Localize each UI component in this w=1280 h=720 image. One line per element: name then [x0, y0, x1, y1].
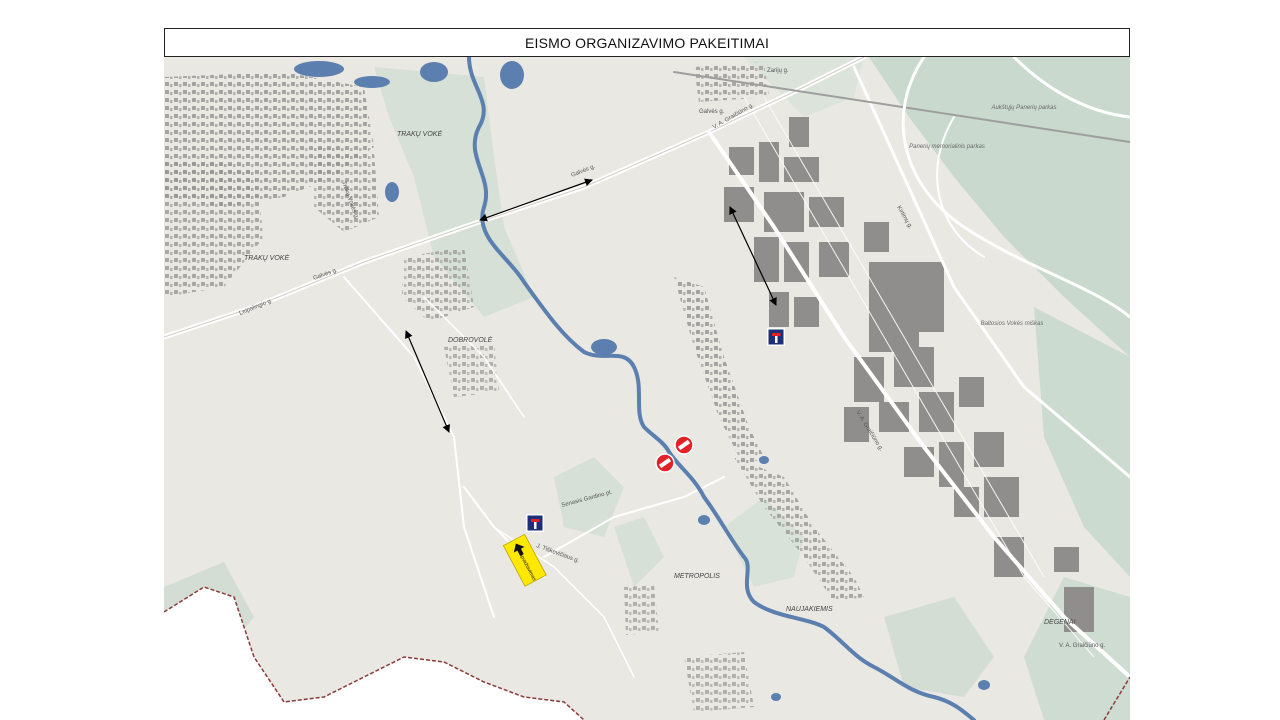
map-title: EISMO ORGANIZAVIMO PAKEITIMAI [164, 28, 1130, 57]
dead-end-sign[interactable] [526, 514, 544, 532]
area-label: DEGENAI [1044, 619, 1076, 626]
park-label: Baltosios Vokės miškas [981, 321, 1044, 327]
no-entry-sign[interactable] [674, 435, 694, 455]
no-entry-sign[interactable] [655, 453, 675, 473]
park-label: Panerių memorialinis parkas [909, 144, 985, 150]
area-label: DOBROVOLĖ [448, 336, 493, 344]
area-label: TRAKŲ VOKĖ [244, 254, 289, 262]
area-label: TRAKŲ VOKĖ [397, 130, 442, 138]
street-label: Zarijų g. [767, 68, 789, 74]
map[interactable]: TRAKŲ VOKĖ TRAKŲ VOKĖ DOBROVOLĖ METROPOL… [164, 57, 1130, 720]
park-label: Aukštųjų Panerių parkas [990, 105, 1056, 111]
map-canvas[interactable]: TRAKŲ VOKĖ TRAKŲ VOKĖ DOBROVOLĖ METROPOL… [164, 57, 1130, 720]
area-label: METROPOLIS [674, 573, 720, 580]
street-label: Galvės g. [699, 109, 725, 115]
area-label: NAUJAKIEMIS [786, 606, 833, 613]
street-label: V. A. Graičiūno g. [1059, 643, 1105, 649]
dead-end-sign[interactable] [767, 328, 785, 346]
